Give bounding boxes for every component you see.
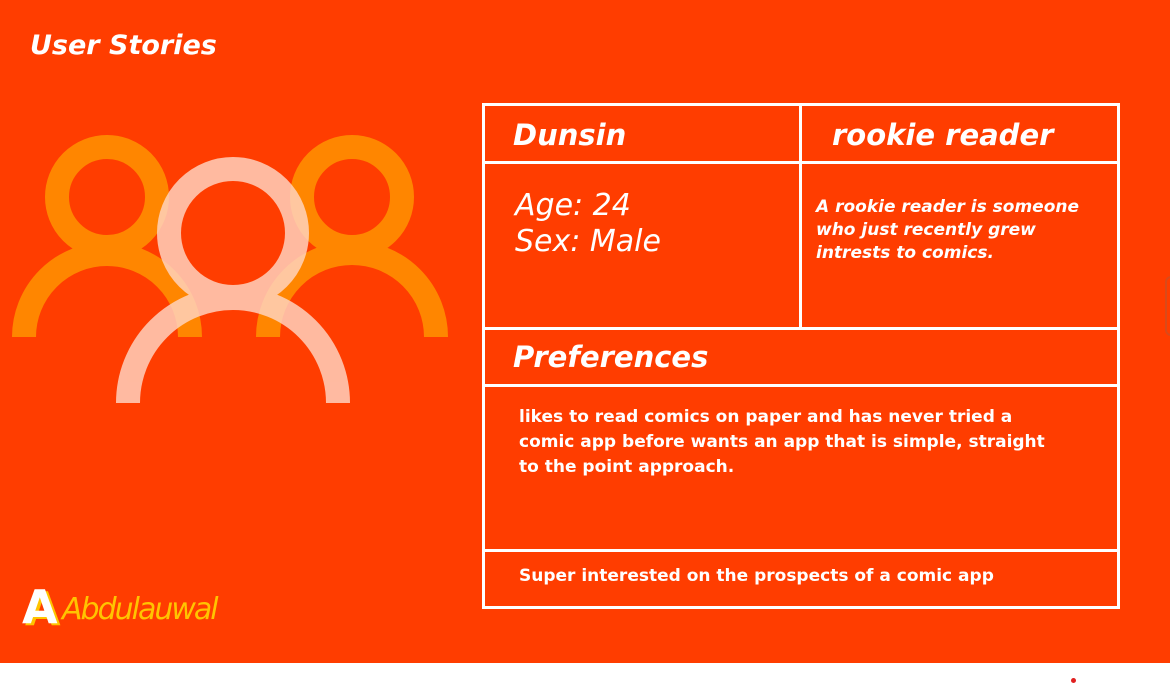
abdulauwal-logo: A Abdulauwal	[22, 580, 219, 634]
persona-name-cell: Dunsin	[485, 106, 802, 164]
preferences-text: likes to read comics on paper and has ne…	[519, 407, 1045, 477]
preferences-title: Preferences	[513, 340, 709, 374]
slide-title: User Stories	[30, 30, 217, 61]
persona-card: Dunsin rookie reader Age: 24 Sex: Male A…	[482, 103, 1120, 609]
preferences-body-cell: likes to read comics on paper and has ne…	[485, 387, 1117, 552]
slide: User Stories A Abdulauwal Dunsin rookie …	[0, 0, 1170, 663]
persona-info-cell: Age: 24 Sex: Male	[485, 164, 802, 330]
persona-type-cell: rookie reader	[802, 106, 1117, 164]
persona-name: Dunsin	[513, 118, 627, 152]
logo-text: Abdulauwal	[62, 592, 219, 627]
preferences-header-cell: Preferences	[485, 330, 1117, 387]
preferences-extra: Super interested on the prospects of a c…	[519, 566, 994, 586]
persona-description: A rookie reader is someone who just rece…	[816, 197, 1080, 263]
indicator-dot	[1071, 678, 1076, 683]
persona-sex: Sex: Male	[515, 224, 661, 259]
preferences-footer-cell: Super interested on the prospects of a c…	[485, 552, 1117, 606]
persona-type: rookie reader	[832, 118, 1054, 152]
users-group-icon	[12, 135, 448, 404]
logo-letter: A	[22, 580, 58, 634]
persona-description-cell: A rookie reader is someone who just rece…	[802, 164, 1117, 330]
edge-scroll-handle[interactable]	[1165, 276, 1170, 336]
persona-age: Age: 24	[515, 188, 631, 223]
